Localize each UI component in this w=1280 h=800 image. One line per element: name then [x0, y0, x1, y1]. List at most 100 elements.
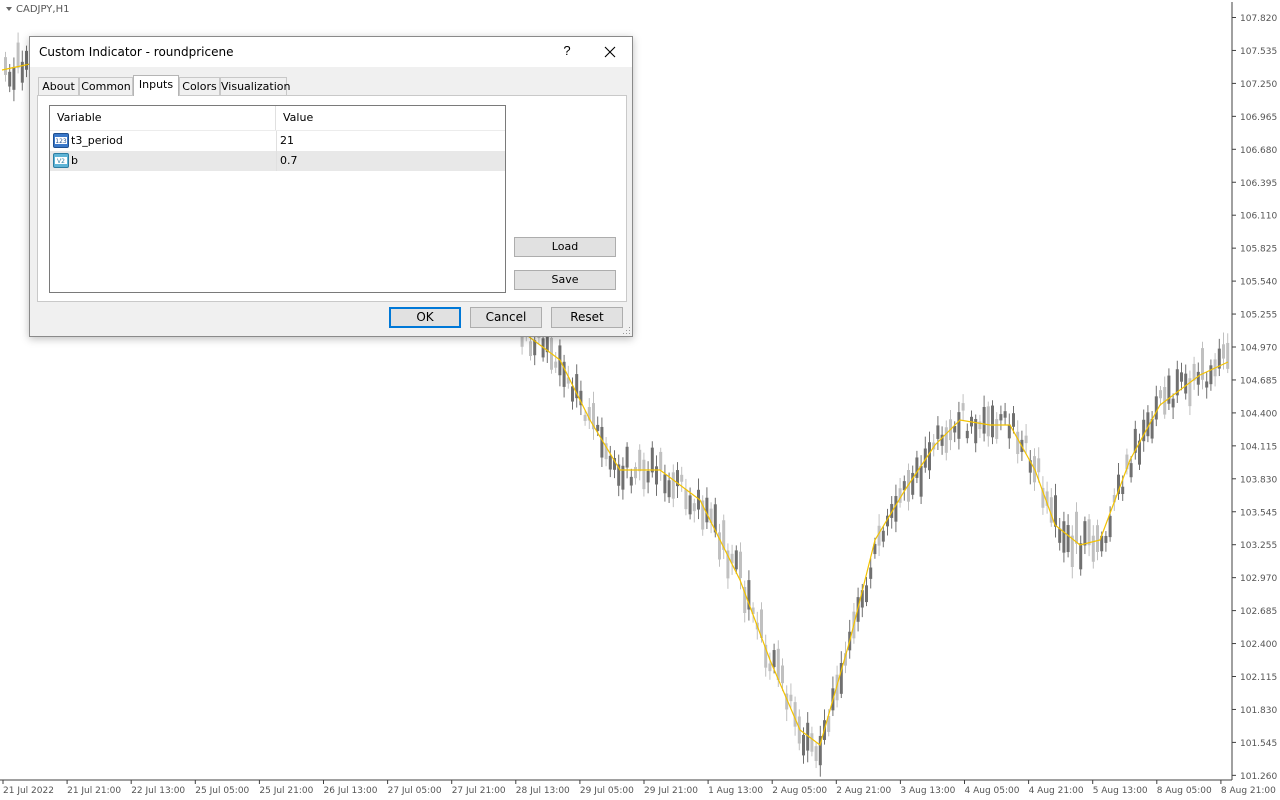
candle-body — [634, 466, 637, 479]
time-label: 8 Aug 21:00 — [1221, 786, 1276, 796]
inputs-panel: Variable Value 123 t3_period 21 V2 b 0.7… — [37, 95, 627, 302]
custom-indicator-dialog: Custom Indicator - roundpricene ? About … — [29, 36, 633, 337]
candle-body — [688, 495, 692, 515]
tab-visualization[interactable]: Visualization — [220, 77, 290, 95]
candle-body — [1087, 519, 1091, 546]
tab-inputs[interactable]: Inputs — [133, 75, 179, 96]
candle-body — [650, 447, 654, 473]
column-separator — [276, 151, 277, 171]
candle-body — [1091, 535, 1095, 562]
candle-body — [961, 403, 965, 411]
candle-body — [1066, 525, 1070, 553]
candle-body — [781, 665, 784, 684]
tab-common[interactable]: Common — [79, 77, 133, 95]
candle-body — [680, 474, 684, 482]
inputs-table[interactable]: Variable Value 123 t3_period 21 V2 b 0.7 — [49, 105, 506, 293]
cancel-button[interactable]: Cancel — [470, 307, 542, 328]
tab-about[interactable]: About — [38, 77, 79, 95]
candle-body — [1079, 543, 1083, 570]
candle-body — [1012, 413, 1015, 427]
price-label: 106.965 — [1240, 113, 1277, 123]
price-label: 101.830 — [1240, 706, 1277, 716]
time-label: 27 Jul 05:00 — [388, 786, 442, 796]
table-row[interactable]: V2 b 0.7 — [50, 151, 505, 171]
help-button[interactable]: ? — [560, 43, 574, 61]
resize-grip-icon[interactable] — [623, 327, 631, 335]
candle-body — [608, 455, 612, 470]
candle-body — [915, 457, 919, 478]
candle-body — [655, 466, 658, 485]
candle-body — [919, 465, 923, 497]
price-label: 107.250 — [1240, 80, 1277, 90]
column-separator — [276, 131, 277, 151]
candle-body — [638, 449, 642, 472]
column-header-variable[interactable]: Variable — [50, 106, 276, 130]
time-label: 21 Jul 2022 — [3, 786, 54, 796]
candle-body — [1075, 511, 1078, 544]
variable-value[interactable]: 0.7 — [280, 151, 298, 171]
price-label: 104.970 — [1240, 344, 1277, 354]
symbol-label: CADJPY,H1 — [16, 4, 70, 15]
candle-body — [1180, 372, 1183, 382]
price-label: 104.685 — [1240, 376, 1277, 386]
time-label: 1 Aug 13:00 — [708, 786, 763, 796]
svg-text:123: 123 — [55, 138, 67, 145]
candle-body — [928, 442, 931, 471]
time-label: 27 Jul 21:00 — [452, 786, 506, 796]
candle-body — [684, 489, 688, 510]
price-label: 101.545 — [1240, 739, 1277, 749]
candle-body — [894, 496, 898, 522]
column-header-value[interactable]: Value — [276, 106, 499, 130]
variable-name: t3_period — [71, 134, 123, 147]
candle-body — [1154, 396, 1158, 420]
candle-body — [646, 471, 650, 483]
candle-body — [944, 427, 948, 453]
price-label: 103.830 — [1240, 475, 1277, 485]
price-label: 102.115 — [1240, 673, 1277, 683]
dialog-titlebar[interactable]: Custom Indicator - roundpricene ? — [30, 37, 632, 67]
close-icon — [604, 46, 616, 58]
price-label: 107.535 — [1240, 47, 1277, 57]
candle-body — [25, 50, 28, 70]
candle-body — [1096, 525, 1099, 552]
save-button[interactable]: Save — [514, 270, 616, 290]
price-label: 103.545 — [1240, 508, 1277, 518]
price-label: 106.680 — [1240, 146, 1277, 156]
table-row[interactable]: 123 t3_period 21 — [50, 131, 505, 151]
price-label: 102.400 — [1240, 640, 1277, 650]
price-label: 106.395 — [1240, 179, 1277, 189]
candle-body — [663, 474, 667, 494]
candle-body — [1129, 463, 1133, 478]
candle-body — [1159, 390, 1162, 399]
dropdown-triangle-icon[interactable] — [6, 7, 12, 11]
time-label: 28 Jul 13:00 — [516, 786, 570, 796]
load-button[interactable]: Load — [514, 237, 616, 257]
candle-body — [881, 530, 885, 542]
candle-body — [1121, 486, 1125, 495]
tab-colors[interactable]: Colors — [179, 77, 220, 95]
candle-body — [625, 446, 629, 468]
candle-body — [1003, 411, 1007, 418]
time-label: 5 Aug 13:00 — [1093, 786, 1148, 796]
candle-body — [629, 476, 633, 486]
candle-body — [1171, 398, 1175, 408]
candle-body — [739, 551, 742, 579]
candle-body — [999, 414, 1003, 421]
candle-body — [12, 66, 16, 90]
variable-value[interactable]: 21 — [280, 131, 294, 151]
reset-button[interactable]: Reset — [551, 307, 623, 328]
candle-body — [734, 550, 738, 570]
candle-body — [692, 503, 696, 512]
price-label: 104.115 — [1240, 442, 1277, 452]
candle-body — [571, 386, 574, 402]
candle-body — [705, 497, 709, 523]
ok-button[interactable]: OK — [389, 307, 461, 328]
candle-body — [802, 734, 805, 756]
close-button[interactable] — [602, 43, 618, 61]
candle-body — [1226, 342, 1230, 369]
candle-body — [554, 361, 558, 368]
candle-body — [621, 465, 625, 490]
candle-body — [1196, 371, 1200, 385]
price-label: 107.820 — [1240, 14, 1277, 24]
time-label: 26 Jul 13:00 — [324, 786, 378, 796]
